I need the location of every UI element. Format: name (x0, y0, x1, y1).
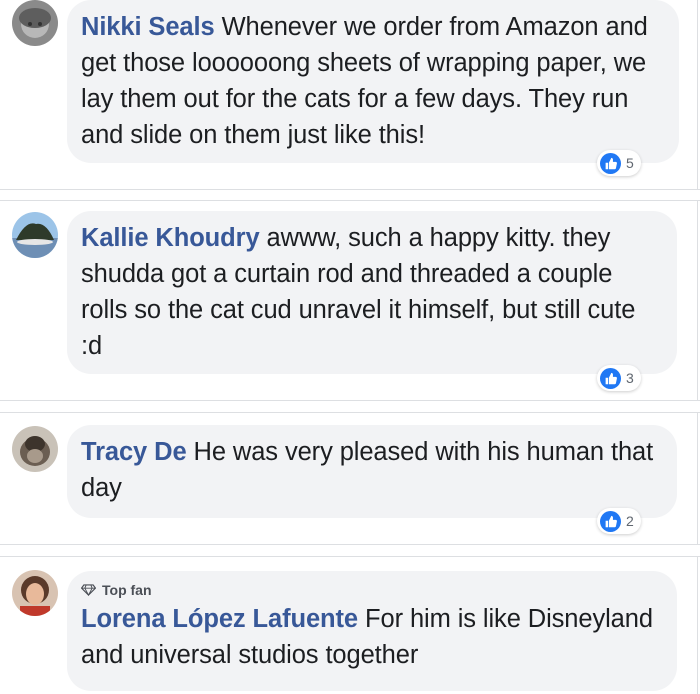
like-icon (600, 152, 621, 174)
comment-text-block: Nikki Seals Whenever we order from Amazo… (81, 9, 665, 153)
like-count: 2 (626, 513, 634, 529)
comment-author[interactable]: Lorena López Lafuente (81, 605, 358, 633)
top-fan-badge: Top fan (81, 580, 663, 600)
comment-text-block: Lorena López Lafuente For him is like Di… (81, 601, 663, 673)
comment-bubble: Kallie Khoudry awww, such a happy kitty.… (67, 211, 677, 374)
reaction-count[interactable]: 2 (597, 508, 641, 534)
comment: Kallie Khoudry awww, such a happy kitty.… (0, 201, 698, 400)
top-fan-label: Top fan (102, 582, 152, 598)
like-icon (600, 367, 621, 389)
like-count: 3 (626, 370, 634, 386)
reaction-count[interactable]: 5 (597, 150, 641, 176)
comment-author[interactable]: Kallie Khoudry (81, 224, 260, 252)
avatar[interactable] (12, 426, 58, 472)
avatar[interactable] (12, 0, 58, 46)
comment: Tracy De He was very pleased with his hu… (0, 413, 698, 544)
comment-bubble: Nikki Seals Whenever we order from Amazo… (67, 0, 679, 163)
diamond-icon (81, 584, 96, 596)
comment-text-block: Tracy De He was very pleased with his hu… (81, 434, 663, 506)
comment-bubble: Top fan Lorena López Lafuente For him is… (67, 571, 677, 691)
separator (0, 189, 700, 200)
reaction-count[interactable]: 3 (597, 365, 641, 391)
divider (0, 189, 700, 190)
comment: Top fan Lorena López Lafuente For him is… (0, 557, 698, 694)
separator (0, 545, 700, 556)
comment-author[interactable]: Nikki Seals (81, 13, 215, 41)
comment-text-block: Kallie Khoudry awww, such a happy kitty.… (81, 220, 663, 364)
like-icon (600, 510, 621, 532)
comment: Nikki Seals Whenever we order from Amazo… (0, 0, 698, 189)
avatar[interactable] (12, 212, 58, 258)
like-count: 5 (626, 155, 634, 171)
separator (0, 401, 700, 412)
comment-author[interactable]: Tracy De (81, 438, 187, 466)
comment-bubble: Tracy De He was very pleased with his hu… (67, 425, 677, 518)
avatar[interactable] (12, 570, 58, 616)
